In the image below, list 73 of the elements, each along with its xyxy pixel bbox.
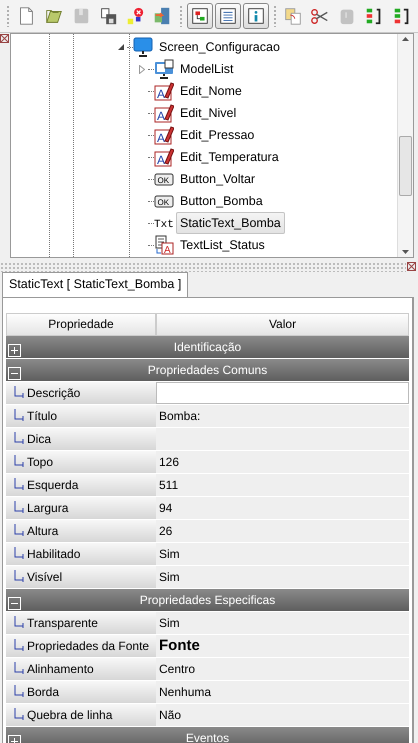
value-input-field[interactable] [156, 382, 409, 404]
tree-branch-icon [14, 524, 24, 538]
property-label: Esquerda [27, 476, 78, 494]
text-label-icon: Txt [154, 213, 174, 233]
property-label: Transparente [27, 614, 98, 632]
tree-branch-icon [14, 455, 24, 468]
tree-item[interactable]: Edit_Nome [176, 80, 246, 102]
scroll-up-icon[interactable] [402, 37, 409, 41]
property-label: Título [27, 408, 58, 425]
tree-branch-icon [14, 708, 24, 722]
scrollbar[interactable] [397, 34, 413, 257]
property-label: Quebra de linha [27, 706, 112, 724]
section-title: Identificação [174, 338, 242, 356]
tree-branch-icon [14, 386, 24, 400]
tree-branch-icon [14, 432, 24, 446]
close-icon[interactable] [407, 262, 416, 271]
section-title: Propriedades Especificas [140, 592, 276, 609]
property-value: Bomba: [156, 404, 409, 427]
tree-view-icon[interactable] [186, 3, 213, 29]
tree-item[interactable]: Screen_Configuracao [155, 36, 284, 58]
monitor-grid-icon [154, 59, 174, 79]
property-label: Largura [27, 500, 68, 517]
tree-item[interactable]: TextList_Status [176, 234, 269, 256]
tree-item[interactable]: Button_Bomba [176, 190, 267, 212]
monitor-icon [133, 37, 153, 57]
property-label: Altura [27, 522, 58, 540]
tree-branch-icon [14, 547, 24, 560]
scroll-down-icon[interactable] [402, 250, 409, 254]
list-view-icon[interactable] [214, 3, 241, 29]
collapse-arrow-icon[interactable] [118, 44, 124, 50]
property-value: Sim [156, 542, 409, 565]
column-header: Valor [156, 312, 409, 336]
tree-item[interactable]: Edit_Temperatura [176, 146, 283, 168]
property-value: Fonte [156, 634, 409, 657]
property-label: Habilitado [27, 546, 80, 563]
section-title: Eventos [186, 730, 230, 743]
tree-branch-icon [14, 409, 24, 422]
pin-icon[interactable] [0, 34, 9, 43]
property-value: Sim [156, 566, 409, 588]
tree-branch-icon [14, 501, 24, 514]
property-label: Borda [27, 684, 60, 701]
property-label: Topo [27, 454, 54, 471]
tree-item[interactable]: Button_Voltar [176, 168, 260, 190]
property-value: Centro [156, 658, 409, 680]
property-value: 126 [156, 450, 409, 473]
tree-item[interactable]: Edit_Pressao [176, 124, 258, 146]
property-label: Descrição [27, 384, 80, 402]
scroll-thumb[interactable] [399, 136, 412, 196]
tree-item[interactable]: StaticText_Bomba [176, 212, 285, 234]
panel-tab[interactable]: StaticText [ StaticText_Bomba ] [2, 272, 188, 297]
property-value: 26 [156, 520, 409, 542]
tree-branch-icon [14, 662, 24, 676]
tree-branch-icon [14, 570, 24, 584]
tree-branch-icon [14, 639, 24, 652]
property-value: 511 [156, 474, 409, 496]
section-header[interactable]: Eventos [6, 726, 409, 743]
property-value: Não [156, 704, 409, 726]
tree-branch-icon [14, 478, 24, 492]
info-icon[interactable] [242, 3, 269, 29]
property-label: Propriedades da Fonte [27, 638, 150, 655]
property-value: Nenhuma [156, 680, 409, 703]
column-header: Propriedade [6, 312, 156, 336]
tree-item[interactable]: Edit_Nivel [176, 102, 240, 124]
expand-arrow-icon[interactable] [139, 64, 145, 74]
tree-branch-icon [14, 685, 24, 698]
property-value: 94 [156, 496, 409, 519]
tree-branch-icon [14, 616, 24, 630]
tree-item[interactable]: ModelList [176, 58, 238, 80]
property-label: Visível [27, 568, 62, 586]
property-label: Alinhamento [27, 660, 94, 678]
section-title: Propriedades Comuns [148, 362, 268, 379]
property-label: Dica [27, 430, 52, 448]
property-value: Sim [156, 612, 409, 634]
